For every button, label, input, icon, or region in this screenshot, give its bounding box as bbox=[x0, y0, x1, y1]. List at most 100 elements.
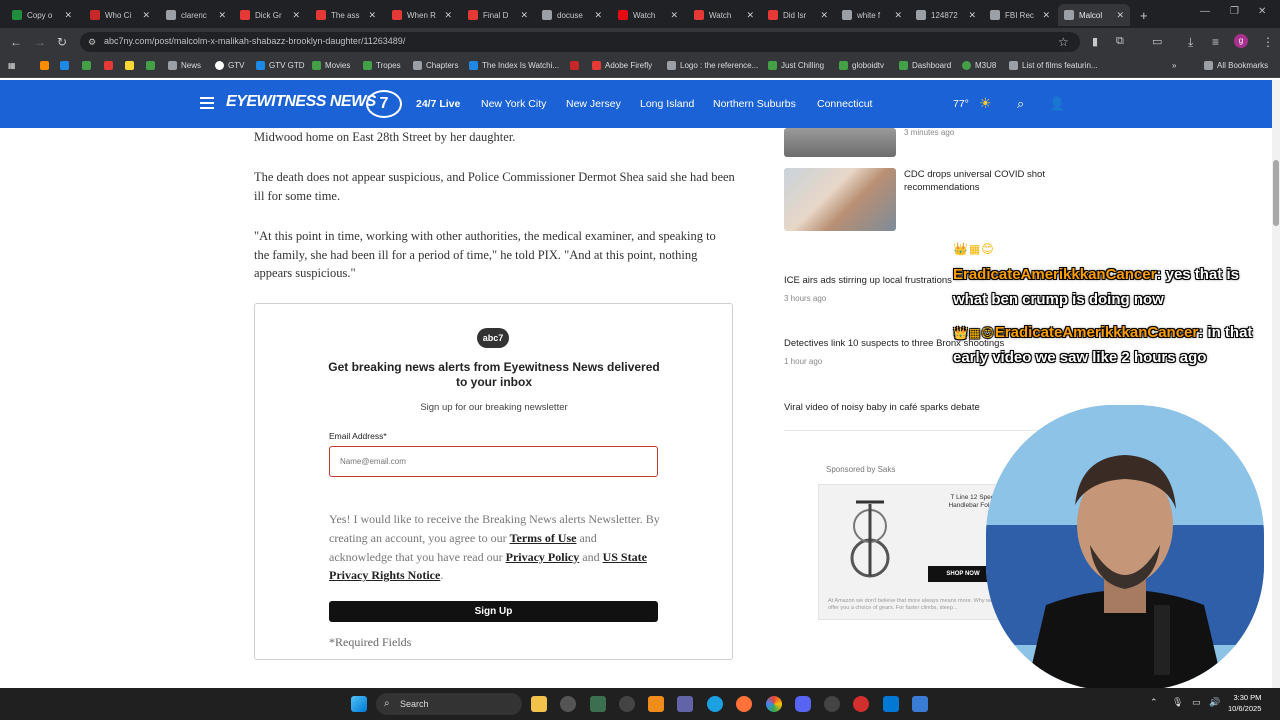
bookmark-m3u8[interactable]: M3U8 bbox=[962, 61, 996, 70]
extension-icon[interactable]: ▮ bbox=[1092, 35, 1098, 48]
close-icon[interactable]: ✕ bbox=[364, 10, 376, 21]
bookmark-icon[interactable] bbox=[40, 61, 53, 70]
bookmark-gtv[interactable]: GTV bbox=[215, 61, 244, 70]
browser-tab[interactable]: The ass ✕ bbox=[310, 4, 382, 26]
browser-tab[interactable]: Copy o ✕ bbox=[6, 4, 78, 26]
close-icon[interactable]: ✕ bbox=[1112, 10, 1124, 21]
new-tab-button[interactable]: + bbox=[1134, 4, 1154, 26]
bookmark-movies[interactable]: Movies bbox=[312, 61, 350, 70]
media-player-icon[interactable] bbox=[853, 696, 869, 712]
menu-kebab-icon[interactable]: ⋮ bbox=[1262, 35, 1274, 49]
reload-icon[interactable]: ↻ bbox=[57, 35, 67, 49]
close-icon[interactable]: ✕ bbox=[138, 10, 150, 21]
all-bookmarks[interactable]: All Bookmarks bbox=[1204, 61, 1268, 70]
microphone-icon[interactable]: 🎙 bbox=[1172, 697, 1183, 708]
close-icon[interactable]: ✕ bbox=[288, 10, 300, 21]
browser-tab[interactable]: clarenc ✕ bbox=[160, 4, 232, 26]
close-icon[interactable]: ✕ bbox=[816, 10, 828, 21]
bookmark-icon[interactable] bbox=[146, 61, 159, 70]
story-thumbnail[interactable] bbox=[784, 168, 896, 231]
media-icon[interactable]: ≡ bbox=[1212, 35, 1219, 49]
close-icon[interactable]: ✕ bbox=[964, 10, 976, 21]
chevron-up-icon[interactable]: ⌃ bbox=[1150, 697, 1158, 708]
discord-icon[interactable] bbox=[795, 696, 811, 712]
site-logo[interactable]: EYEWITNESS NEWS bbox=[226, 93, 376, 111]
close-window-icon[interactable]: ✕ bbox=[1258, 6, 1266, 17]
story-headline[interactable]: CDC drops universal COVID shot recommend… bbox=[904, 168, 1054, 194]
browser-tab[interactable]: 124872 ✕ bbox=[910, 4, 982, 26]
bookmark-chapters[interactable]: Chapters bbox=[413, 61, 458, 70]
chevron-right-icon[interactable]: » bbox=[1172, 61, 1176, 70]
start-windows-icon[interactable] bbox=[351, 696, 367, 712]
url-text[interactable]: abc7ny.com/post/malcolm-x-malikah-shabaz… bbox=[104, 36, 405, 46]
apps-grid-icon[interactable]: ▦ bbox=[8, 61, 16, 70]
terms-of-use-link[interactable]: Terms of Use bbox=[510, 531, 577, 545]
bookmark-dashboard[interactable]: Dashboard bbox=[899, 61, 951, 70]
file-explorer-icon[interactable] bbox=[531, 696, 547, 712]
hamburger-menu-icon[interactable] bbox=[200, 97, 214, 109]
browser-tab[interactable]: Watch ✕ bbox=[688, 4, 760, 26]
chrome-icon[interactable] bbox=[766, 696, 782, 712]
story-headline[interactable]: Viral video of noisy baby in café sparks… bbox=[784, 401, 1044, 414]
bookmark-gtv-gtd[interactable]: GTV GTD bbox=[256, 61, 305, 70]
browser-tab[interactable]: Did Isr ✕ bbox=[762, 4, 834, 26]
browser-tab[interactable]: Watch ✕ bbox=[612, 4, 684, 26]
bookmark-index[interactable]: The Index Is Watchi... bbox=[469, 61, 559, 70]
edge-icon[interactable] bbox=[707, 696, 723, 712]
bookmark-youtube[interactable] bbox=[570, 61, 583, 70]
app-icon[interactable] bbox=[677, 696, 693, 712]
app-icon[interactable] bbox=[912, 696, 928, 712]
bookmark-icon[interactable] bbox=[82, 61, 95, 70]
site-info-icon[interactable]: ⚙ bbox=[88, 37, 96, 48]
vscode-icon[interactable] bbox=[883, 696, 899, 712]
search-icon[interactable]: ⌕ bbox=[1017, 96, 1024, 112]
weather-temperature[interactable]: 77° bbox=[953, 98, 969, 110]
extensions-puzzle-icon[interactable]: ⧉ bbox=[1116, 35, 1124, 48]
close-icon[interactable]: ✕ bbox=[516, 10, 528, 21]
nav-northern-suburbs[interactable]: Northern Suburbs bbox=[713, 98, 796, 110]
nav-new-york-city[interactable]: New York City bbox=[481, 98, 546, 110]
bookmark-just-chilling[interactable]: Just Chilling bbox=[768, 61, 824, 70]
bookmark-icon[interactable] bbox=[60, 61, 73, 70]
cast-icon[interactable]: ▭ bbox=[1152, 35, 1162, 48]
app-icon[interactable] bbox=[590, 696, 606, 712]
bookmark-tropes[interactable]: Tropes bbox=[363, 61, 401, 70]
scrollbar-thumb[interactable] bbox=[1273, 160, 1279, 226]
bookmark-globoidtv[interactable]: globoidtv bbox=[839, 61, 884, 70]
browser-tab[interactable]: white f ✕ bbox=[836, 4, 908, 26]
minimize-icon[interactable]: — bbox=[1200, 6, 1210, 17]
taskbar-search[interactable]: ⌕ Search bbox=[376, 693, 522, 715]
close-icon[interactable]: ✕ bbox=[1038, 10, 1050, 21]
sign-up-button[interactable]: Sign Up bbox=[329, 601, 658, 622]
privacy-policy-link[interactable]: Privacy Policy bbox=[506, 550, 580, 564]
vlc-icon[interactable] bbox=[648, 696, 664, 712]
close-icon[interactable]: ✕ bbox=[666, 10, 678, 21]
bookmark-icon[interactable] bbox=[104, 61, 117, 70]
app-icon[interactable] bbox=[560, 696, 576, 712]
bookmark-news[interactable]: News bbox=[168, 61, 201, 70]
bookmark-adobe-firefly[interactable]: Adobe Firefly bbox=[592, 61, 652, 70]
obs-icon[interactable] bbox=[824, 696, 840, 712]
bookmark-star-icon[interactable]: ☆ bbox=[1058, 35, 1069, 49]
close-icon[interactable]: ✕ bbox=[60, 10, 72, 21]
bookmark-logo-reference[interactable]: Logo : the reference... bbox=[667, 61, 758, 70]
user-account-icon[interactable]: 👤 bbox=[1049, 96, 1065, 112]
close-icon[interactable]: ✕ bbox=[214, 10, 226, 21]
nav-new-jersey[interactable]: New Jersey bbox=[566, 98, 621, 110]
firefox-icon[interactable] bbox=[736, 696, 752, 712]
close-icon[interactable]: ✕ bbox=[890, 10, 902, 21]
4k-app-icon[interactable] bbox=[619, 696, 635, 712]
taskbar-clock[interactable]: 3:30 PM 10/6/2025 bbox=[1228, 692, 1261, 714]
abc7-logo[interactable]: 7 bbox=[366, 90, 402, 118]
browser-tab[interactable]: Dick Gr ✕ bbox=[234, 4, 306, 26]
maximize-icon[interactable]: ❐ bbox=[1230, 6, 1239, 17]
profile-avatar[interactable]: g bbox=[1234, 34, 1248, 48]
close-icon[interactable]: ✕ bbox=[440, 10, 452, 21]
nav-247-live[interactable]: 24/7 Live bbox=[416, 98, 460, 110]
nav-connecticut[interactable]: Connecticut bbox=[817, 98, 872, 110]
back-icon[interactable]: ← bbox=[10, 35, 22, 49]
browser-tab[interactable]: Who Ci ✕ bbox=[84, 4, 156, 26]
volume-icon[interactable]: 🔊 bbox=[1209, 697, 1220, 708]
close-icon[interactable]: ✕ bbox=[590, 10, 602, 21]
browser-tab[interactable]: FBI Rec ✕ bbox=[984, 4, 1056, 26]
